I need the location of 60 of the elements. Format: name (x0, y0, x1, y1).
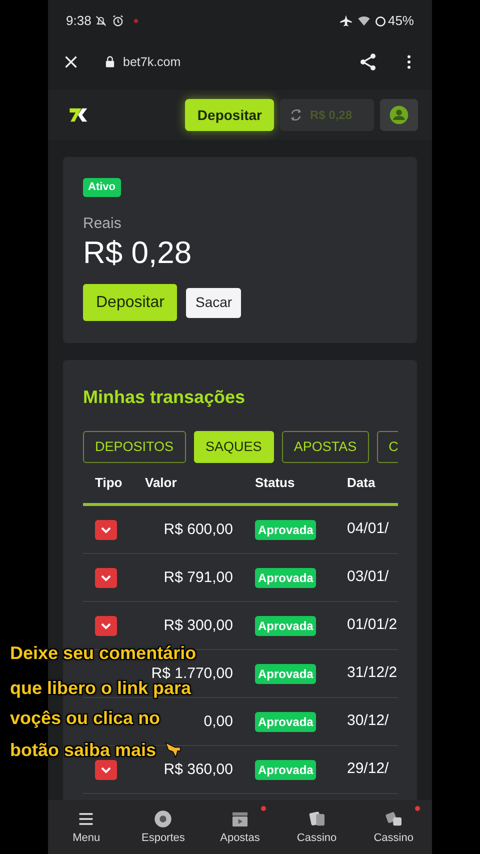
caption-text: Deixe seu comentário (10, 644, 196, 663)
column-header: Status (255, 474, 296, 492)
deposit-button[interactable]: Depositar (83, 284, 178, 321)
status-badge: Ativo (83, 178, 120, 196)
date-cell-text: 30/12/ (347, 711, 389, 732)
battery-icon (374, 14, 387, 28)
nav-item[interactable]: Esportes (124, 800, 202, 854)
balance-amount: R$ 0,28 (83, 235, 192, 271)
expand-icon[interactable] (95, 520, 117, 540)
amount-cell: R$ 600,00 (164, 522, 233, 536)
caption-text: que libero o link para (10, 679, 192, 698)
refresh-icon[interactable] (288, 107, 304, 123)
battery-percent: 45% (388, 12, 414, 30)
date-cell-text: 29/12/ (347, 759, 389, 780)
url-text: bet7k.com (123, 54, 181, 71)
status-badge: Aprovada (255, 760, 316, 780)
column-header: Data (347, 474, 376, 492)
caption-text: voçês ou clica no (10, 709, 160, 728)
date-cell-text: 31/12/2 (347, 663, 398, 684)
ball-icon (153, 809, 174, 829)
amount-cell: R$ 791,00 (164, 570, 233, 584)
expand-icon[interactable] (95, 760, 117, 780)
airplane-icon (338, 14, 353, 28)
status-badge: Aprovada (255, 568, 316, 588)
currency-label: Reais (83, 214, 122, 234)
date-cell-text: 04/01/ (347, 519, 389, 540)
amount-cell: 0,00 (204, 714, 233, 728)
expand-icon[interactable] (95, 616, 117, 636)
deposit-button[interactable]: Depositar (185, 99, 274, 131)
share-icon[interactable] (358, 52, 378, 72)
date-cell-text: 03/01/ (347, 567, 389, 588)
nav-item[interactable]: Apostas (202, 800, 278, 854)
amount-cell: R$ 300,00 (164, 618, 233, 632)
expand-icon[interactable] (95, 568, 117, 588)
withdraw-button[interactable]: Sacar (186, 288, 242, 318)
lock-icon (103, 55, 117, 69)
nav-item[interactable]: Cassino (278, 800, 356, 854)
amount-cell: R$ 360,00 (164, 762, 233, 776)
filter-tab[interactable]: C (376, 431, 398, 463)
section-title: Minhas transações (83, 386, 246, 409)
status-badge: Aprovada (255, 520, 316, 540)
nav-item[interactable]: Menu (48, 800, 125, 854)
column-header: Tipo (94, 474, 124, 492)
caption-text: botão saiba mais (10, 740, 156, 760)
profile-button[interactable] (380, 99, 418, 131)
filter-tab[interactable]: DEPOSITOS (83, 431, 186, 463)
column-header: Valor (145, 474, 178, 492)
status-badge: Aprovada (255, 712, 316, 732)
filter-tab[interactable]: SAQUES (194, 431, 274, 463)
bell-muted-icon (94, 14, 108, 28)
status-badge: Aprovada (255, 616, 316, 636)
amount-cell: R$ 1.770,00 (151, 666, 233, 680)
alarm-icon (111, 14, 126, 28)
filter-tab[interactable]: APOSTAS (282, 431, 369, 463)
avatar-icon (389, 105, 409, 125)
status-badge: Aprovada (255, 664, 316, 684)
nav-item[interactable]: Cassino (355, 800, 432, 854)
status-time: 9:38 (66, 12, 92, 30)
wifi-icon (356, 14, 371, 28)
date-cell-text: 01/01/2 (347, 615, 398, 636)
